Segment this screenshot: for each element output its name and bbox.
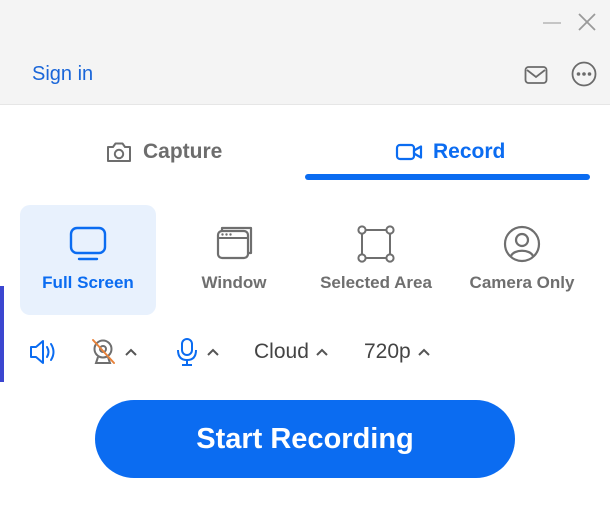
resolution-value: 720p bbox=[364, 340, 411, 363]
tab-record[interactable]: Record bbox=[395, 136, 505, 168]
microphone-toggle[interactable] bbox=[174, 335, 220, 369]
mode-camera-only-label: Camera Only bbox=[469, 273, 575, 292]
mode-selected-area-label: Selected Area bbox=[320, 273, 432, 292]
title-bar bbox=[0, 0, 610, 105]
chevron-up-icon bbox=[418, 348, 430, 356]
mode-full-screen[interactable]: Full Screen bbox=[20, 205, 156, 315]
tab-capture-label: Capture bbox=[143, 140, 223, 163]
chevron-up-icon bbox=[125, 348, 137, 356]
tab-capture[interactable]: Capture bbox=[105, 136, 222, 168]
chevron-up-icon bbox=[316, 348, 328, 356]
camera-icon bbox=[107, 142, 131, 162]
background-window-edge bbox=[0, 286, 4, 382]
mail-icon[interactable] bbox=[523, 62, 549, 88]
close-icon[interactable] bbox=[575, 10, 599, 34]
mode-camera-only[interactable]: Camera Only bbox=[454, 205, 590, 315]
speaker-icon bbox=[30, 340, 55, 364]
video-camera-icon bbox=[395, 143, 423, 161]
webcam-toggle[interactable] bbox=[90, 335, 138, 369]
mode-selected-area[interactable]: Selected Area bbox=[308, 205, 444, 315]
resolution-dropdown[interactable]: 720p bbox=[364, 335, 431, 369]
minimize-icon[interactable] bbox=[541, 12, 563, 34]
window-icon bbox=[216, 226, 253, 260]
storage-dropdown[interactable]: Cloud bbox=[254, 335, 329, 369]
audio-toggle[interactable] bbox=[28, 335, 60, 369]
tab-record-label: Record bbox=[433, 140, 506, 163]
active-tab-indicator bbox=[305, 174, 590, 180]
mode-window-label: Window bbox=[201, 273, 267, 292]
storage-value: Cloud bbox=[254, 340, 309, 363]
sign-in-link[interactable]: Sign in bbox=[32, 63, 93, 86]
microphone-icon bbox=[177, 338, 197, 366]
start-recording-button[interactable]: Start Recording bbox=[95, 400, 515, 478]
mode-window[interactable]: Window bbox=[166, 205, 302, 315]
more-options-icon[interactable] bbox=[570, 60, 598, 88]
selection-area-icon bbox=[357, 225, 395, 263]
monitor-icon bbox=[69, 226, 107, 261]
mode-full-screen-label: Full Screen bbox=[42, 273, 134, 292]
chevron-up-icon bbox=[207, 348, 219, 356]
user-circle-icon bbox=[503, 225, 541, 263]
webcam-off-icon bbox=[92, 339, 115, 364]
